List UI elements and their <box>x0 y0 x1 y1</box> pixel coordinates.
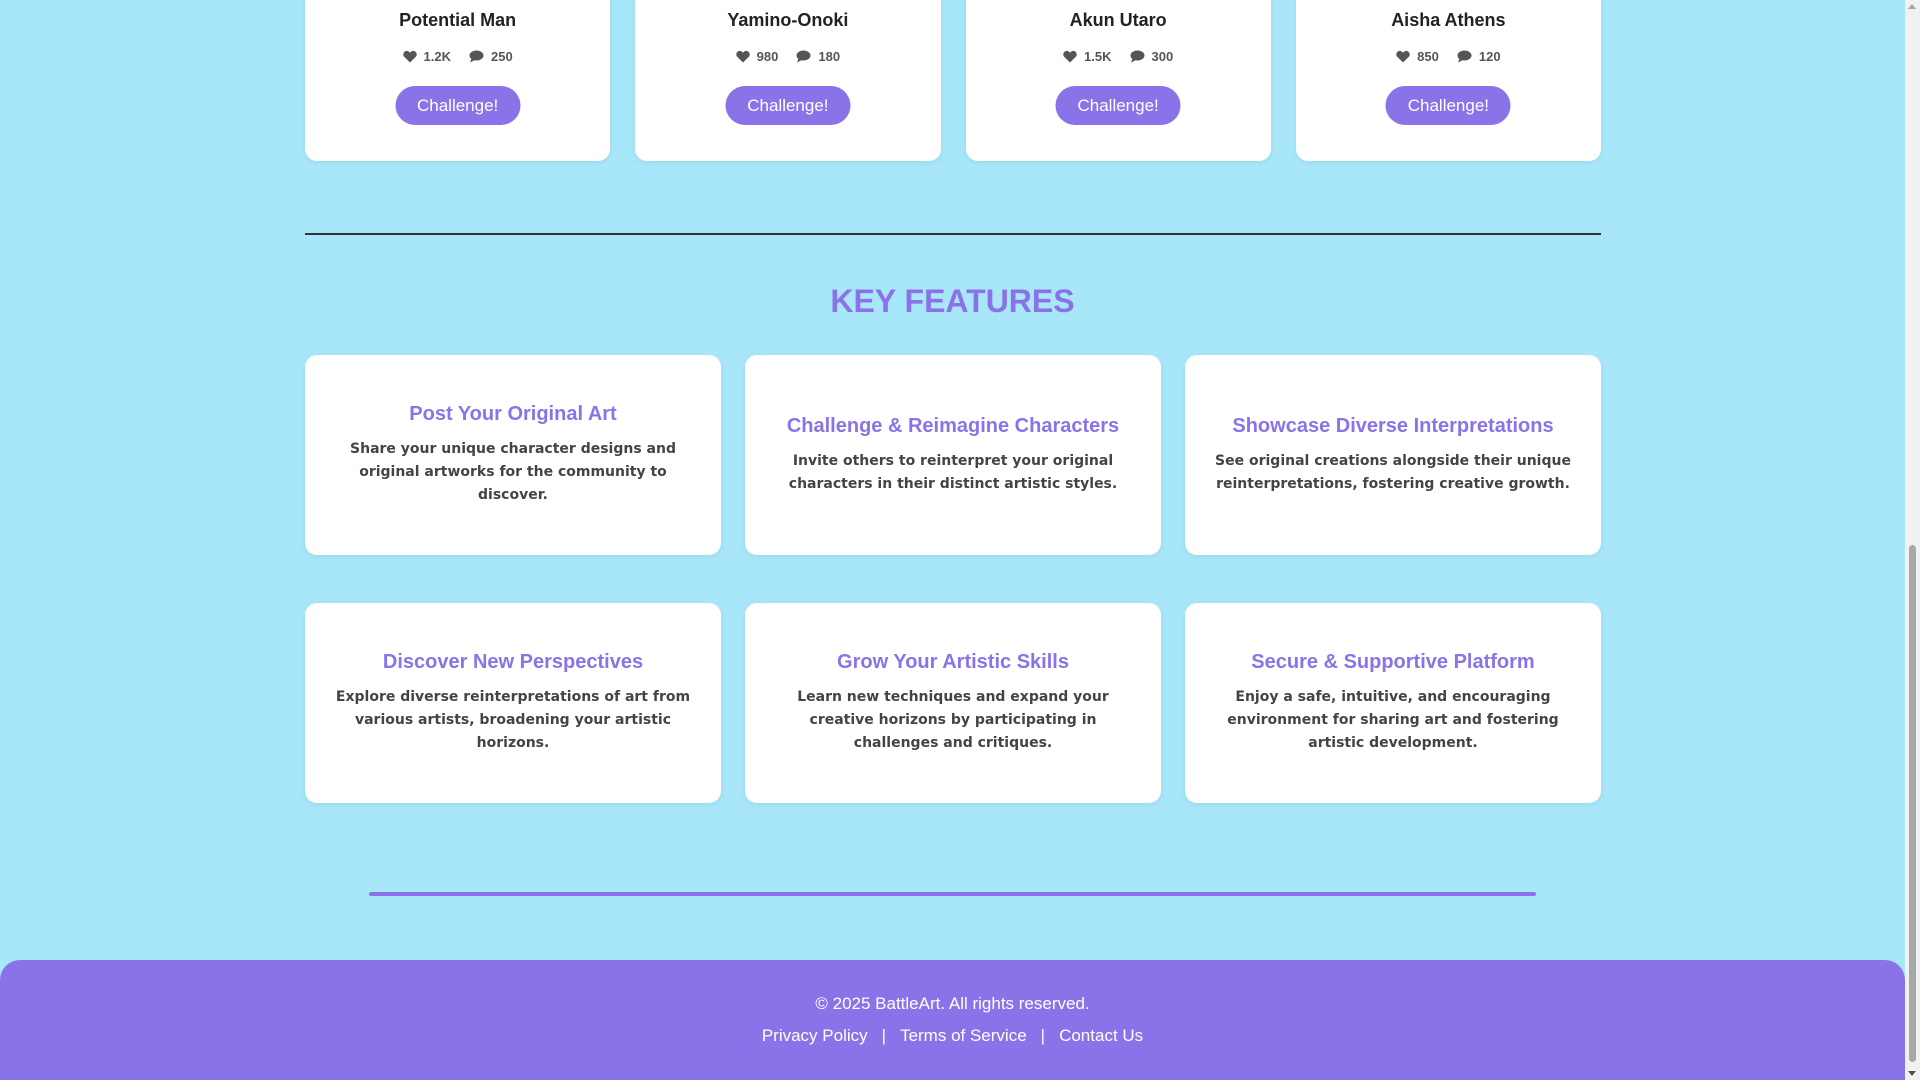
artist-name: Potential Man <box>399 10 517 30</box>
likes-stat: 980 <box>735 49 779 64</box>
feature-card: Post Your Original Art Share your unique… <box>305 355 721 555</box>
likes-stat: 1.5K <box>1063 49 1112 64</box>
feature-card: Showcase Diverse Interpretations See ori… <box>1185 355 1601 555</box>
feature-card: Challenge & Reimagine Characters Invite … <box>745 355 1161 555</box>
feature-card: Discover New Perspectives Explore divers… <box>305 603 721 803</box>
artist-name: Yamino-Onoki <box>727 10 849 30</box>
vertical-scrollbar[interactable] <box>1905 0 1920 1080</box>
artist-card: Yamino-Onoki 980 180 Challenge! <box>635 0 941 161</box>
footer-links: Privacy Policy | Terms of Service | Cont… <box>0 1026 1905 1046</box>
comment-icon <box>469 50 484 63</box>
artist-stats: 1.5K 300 <box>966 49 1271 64</box>
features-grid: Post Your Original Art Share your unique… <box>305 355 1601 803</box>
scroll-down-arrow-icon[interactable] <box>1908 1071 1916 1076</box>
artist-card: Akun Utaro 1.5K 300 Challenge! <box>965 0 1271 161</box>
copyright-text: © 2025 BattleArt. All rights reserved. <box>815 994 1090 1013</box>
comments-count: 120 <box>1478 49 1501 64</box>
page: Potential Man 1.2K 250 Challenge! Yamino… <box>0 0 1905 1080</box>
likes-count: 1.2K <box>423 49 451 64</box>
challenge-button[interactable]: Challenge! <box>725 86 851 125</box>
comments-count: 180 <box>818 49 841 64</box>
artist-card: Aisha Athens 850 120 Challenge! <box>1295 0 1601 161</box>
footer-separator: | <box>881 1026 887 1045</box>
likes-stat: 850 <box>1396 49 1439 64</box>
challenge-button[interactable]: Challenge! <box>395 86 521 125</box>
likes-count: 1.5K <box>1084 49 1112 64</box>
feature-description: Learn new techniques and expand your cre… <box>797 689 1109 751</box>
comments-stat: 120 <box>1457 49 1501 64</box>
contact-us-link[interactable]: Contact Us <box>1059 1026 1143 1046</box>
feature-title: Post Your Original Art <box>409 403 617 425</box>
scroll-thumb[interactable] <box>1909 545 1916 1062</box>
accent-divider <box>369 892 1536 896</box>
scroll-up-arrow-icon[interactable] <box>1908 4 1916 9</box>
challenge-button[interactable]: Challenge! <box>1385 86 1511 125</box>
likes-count: 850 <box>1417 49 1439 64</box>
comment-icon <box>1130 50 1144 63</box>
feature-card: Secure & Supportive Platform Enjoy a saf… <box>1185 603 1601 803</box>
feature-title: Challenge & Reimagine Characters <box>786 414 1120 437</box>
comments-stat: 180 <box>796 49 840 64</box>
feature-card: Grow Your Artistic Skills Learn new tech… <box>745 603 1161 803</box>
feature-description: Explore diverse reinterpretations of art… <box>335 689 691 751</box>
challenge-button[interactable]: Challenge! <box>1055 86 1181 125</box>
artist-name: Akun Utaro <box>1069 10 1167 30</box>
heart-icon <box>1063 50 1077 63</box>
likes-stat: 1.2K <box>402 49 451 64</box>
feature-title: Secure & Supportive Platform <box>1251 651 1535 673</box>
heart-icon <box>402 50 417 63</box>
artist-stats: 1.2K 250 <box>305 49 610 64</box>
terms-of-service-link[interactable]: Terms of Service <box>900 1026 1027 1046</box>
comments-count: 300 <box>1151 49 1174 64</box>
key-features-title: KEY FEATURES <box>830 283 1075 319</box>
feature-description: Enjoy a safe, intuitive, and encouraging… <box>1227 689 1559 751</box>
comments-stat: 300 <box>1130 49 1174 64</box>
artist-card: Potential Man 1.2K 250 Challenge! <box>305 0 611 161</box>
privacy-policy-link[interactable]: Privacy Policy <box>762 1026 868 1046</box>
feature-title: Grow Your Artistic Skills <box>837 651 1069 673</box>
artist-cards: Potential Man 1.2K 250 Challenge! Yamino… <box>305 0 1601 161</box>
artist-stats: 980 180 <box>635 49 940 64</box>
footer: © 2025 BattleArt. All rights reserved. P… <box>0 960 1905 1080</box>
feature-title: Showcase Diverse Interpretations <box>1232 414 1554 437</box>
feature-description: See original creations alongside their u… <box>1215 452 1571 492</box>
heart-icon <box>735 50 750 63</box>
comments-stat: 250 <box>469 49 513 64</box>
likes-count: 980 <box>756 49 779 64</box>
feature-description: Share your unique character designs and … <box>350 441 676 503</box>
comment-icon <box>1457 50 1472 63</box>
comments-count: 250 <box>491 49 513 64</box>
feature-title: Discover New Perspectives <box>382 651 644 673</box>
artist-stats: 850 120 <box>1296 49 1601 64</box>
footer-separator: | <box>1040 1026 1046 1045</box>
heart-icon <box>1396 50 1410 63</box>
comment-icon <box>796 50 811 63</box>
section-divider <box>305 233 1601 235</box>
feature-description: Invite others to reinterpret your origin… <box>788 452 1118 492</box>
artist-name: Aisha Athens <box>1391 10 1506 30</box>
